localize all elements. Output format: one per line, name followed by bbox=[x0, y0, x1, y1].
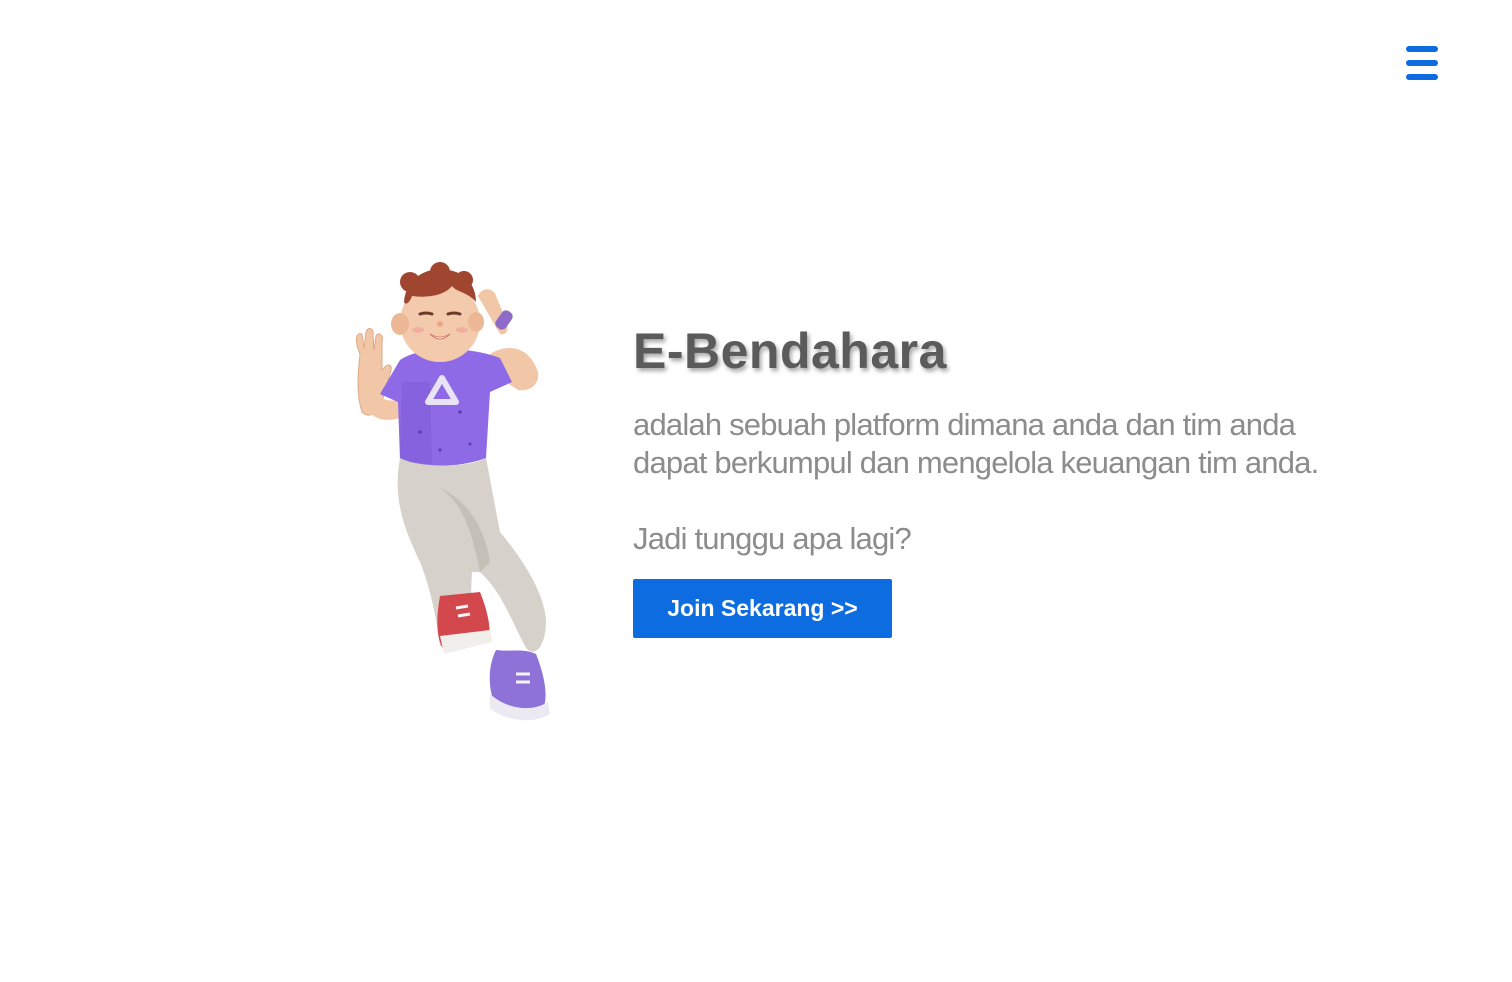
hamburger-menu-icon[interactable] bbox=[1404, 46, 1440, 80]
menu-bar-top bbox=[1406, 46, 1438, 52]
join-now-button[interactable]: Join Sekarang >> bbox=[633, 579, 892, 638]
app-title: E-Bendahara bbox=[633, 323, 947, 379]
call-to-action-question: Jadi tunggu apa lagi? bbox=[633, 521, 912, 556]
head bbox=[391, 262, 484, 362]
menu-bar-bottom bbox=[1406, 74, 1438, 80]
menu-bar-middle bbox=[1406, 60, 1438, 66]
hero-section: E-Bendahara adalah sebuah platform diman… bbox=[633, 322, 1333, 638]
app-description: adalah sebuah platform dimana anda dan t… bbox=[633, 407, 1319, 480]
person-illustration bbox=[355, 262, 550, 721]
red-shoe bbox=[437, 592, 492, 654]
landing-page: E-Bendahara adalah sebuah platform diman… bbox=[0, 0, 1512, 982]
purple-shoe bbox=[489, 650, 550, 721]
